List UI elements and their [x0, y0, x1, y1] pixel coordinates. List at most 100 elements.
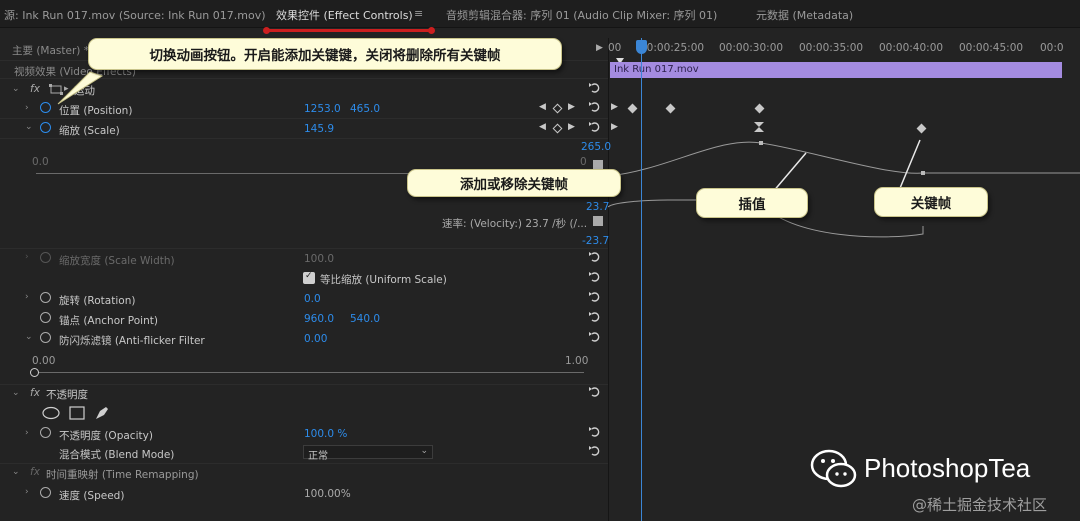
anchor-y-value[interactable]: 540.0 [350, 313, 380, 325]
tab-effect-controls[interactable]: 效果控件 (Effect Controls) [276, 7, 413, 23]
reset-scale-icon[interactable] [588, 121, 602, 133]
opacity-stopwatch-icon[interactable] [40, 427, 51, 438]
watermark-site: @稀土掘金技术社区 [912, 496, 1048, 514]
graph-curves [608, 139, 1080, 238]
anchor-x-value[interactable]: 960.0 [304, 313, 334, 325]
ruler-tick-label: 00:00:35:00 [799, 42, 864, 54]
divider [0, 118, 608, 119]
anti-flicker-value[interactable]: 0.00 [304, 333, 327, 345]
interpolation-pointer [771, 152, 807, 194]
panel-tab-bar: 源: Ink Run 017.mov (Source: Ink Run 017.… [0, 0, 1080, 28]
uniform-scale-label: 等比缩放 (Uniform Scale) [320, 274, 447, 286]
blend-mode-value: 正常 [308, 451, 328, 462]
anti-flicker-slider-track[interactable] [36, 372, 584, 373]
rotation-label: 旋转 (Rotation) [59, 295, 136, 307]
callout-toggle-animation: 切换动画按钮。开启能添加关键键，关闭将删除所有关键帧 [88, 38, 562, 70]
master-clip-label[interactable]: 主要 (Master) * [12, 43, 89, 58]
position-y-value[interactable]: 465.0 [350, 103, 380, 115]
reset-opacity-group-icon[interactable] [588, 386, 602, 398]
velocity-readout: 速率: (Velocity:) 23.7 /秒 (/... [442, 218, 588, 230]
time-remap-fx-badge[interactable]: fx [30, 466, 40, 478]
reset-anti-flicker-icon[interactable] [588, 331, 602, 343]
reset-anchor-point-icon[interactable] [588, 311, 602, 323]
opacity-expand-chevron[interactable]: › [25, 428, 29, 438]
reset-position-icon[interactable] [588, 101, 602, 113]
opacity-collapse-chevron[interactable]: ⌄ [12, 388, 20, 398]
ruler-tick-label: 00 [608, 42, 622, 54]
ellipse-mask-button[interactable] [42, 406, 60, 420]
motion-fx-badge[interactable]: fx [30, 83, 40, 95]
callout-add-remove-keyframe: 添加或移除关键帧 [407, 169, 621, 197]
graph-velocity-top: 23.7 [586, 201, 610, 213]
rectangle-mask-button[interactable] [69, 406, 85, 420]
scale-prev-keyframe-button[interactable]: ◀ [539, 122, 546, 132]
scale-value[interactable]: 145.9 [304, 123, 334, 135]
scale-graph-max: 0 [580, 156, 587, 168]
callout-keyframe: 关键帧 [874, 187, 988, 217]
divider [0, 384, 608, 385]
divider [0, 248, 608, 249]
time-remap-collapse-chevron[interactable]: ⌄ [12, 467, 20, 477]
anchor-point-stopwatch-icon[interactable] [40, 312, 51, 323]
tab-source[interactable]: 源: Ink Run 017.mov (Source: Ink Run 017.… [4, 7, 266, 23]
reset-uniform-scale-icon[interactable] [588, 271, 602, 283]
graph-settings-icon[interactable] [593, 216, 603, 226]
ruler-tick-label: 00:00:25:00 [640, 42, 705, 54]
opacity-group-label: 不透明度 [46, 389, 88, 401]
position-next-keyframe-button[interactable]: ▶ [568, 102, 575, 112]
tab-audio-clip-mixer[interactable]: 音频剪辑混合器: 序列 01 (Audio Clip Mixer: 序列 01) [446, 7, 717, 23]
scale-width-expand-chevron[interactable]: › [25, 252, 29, 262]
scale-width-label: 缩放宽度 (Scale Width) [59, 255, 175, 267]
pen-mask-button[interactable] [95, 406, 109, 420]
callout-interpolation: 插值 [696, 188, 808, 218]
show-timeline-toggle-icon[interactable]: ▶ [596, 43, 603, 53]
playhead-line [641, 38, 642, 521]
rotation-value[interactable]: 0.0 [304, 293, 321, 305]
position-expand-chevron[interactable]: › [25, 103, 29, 113]
rotation-expand-chevron[interactable]: › [25, 292, 29, 302]
scale-toggle-animation-stopwatch-icon[interactable] [40, 122, 51, 133]
anti-flicker-slider-handle[interactable] [30, 368, 39, 377]
speed-expand-chevron[interactable]: › [25, 487, 29, 497]
time-remap-label: 时间重映射 (Time Remapping) [46, 469, 199, 481]
opacity-value[interactable]: 100.0 % [304, 428, 347, 440]
reset-blend-mode-icon[interactable] [588, 445, 602, 457]
anti-flicker-collapse-chevron[interactable]: ⌄ [25, 332, 33, 342]
tab-metadata[interactable]: 元数据 (Metadata) [756, 7, 853, 23]
rotation-stopwatch-icon[interactable] [40, 292, 51, 303]
chevron-down-icon: ⌄ [420, 446, 428, 456]
panel-menu-icon[interactable]: ≡ [414, 7, 423, 20]
divider [0, 138, 608, 139]
speed-value: 100.00% [304, 488, 351, 500]
scale-width-value: 100.0 [304, 253, 335, 265]
reset-scale-width-icon[interactable] [588, 251, 602, 263]
ruler-tick-label: 00:00:30:00 [719, 42, 784, 54]
clip-bar[interactable]: Ink Run 017.mov [610, 62, 1062, 78]
position-prev-keyframe-button[interactable]: ◀ [539, 102, 546, 112]
anchor-point-label: 锚点 (Anchor Point) [59, 315, 158, 327]
scale-next-keyframe-button[interactable]: ▶ [568, 122, 575, 132]
active-tab-highlight [263, 27, 435, 34]
ruler-tick-label: 00:00:40:00 [879, 42, 944, 54]
scale-collapse-chevron[interactable]: ⌄ [25, 122, 33, 132]
value-curve-point [921, 171, 925, 175]
watermark-brand: PhotoshopTea [864, 453, 1031, 483]
position-x-value[interactable]: 1253.0 [304, 103, 341, 115]
scale-width-stopwatch-icon[interactable] [40, 252, 51, 263]
reset-rotation-icon[interactable] [588, 291, 602, 303]
blend-mode-label: 混合模式 (Blend Mode) [59, 449, 175, 461]
ruler-tick-label: 00:00:45:00 [959, 42, 1024, 54]
anti-flicker-stopwatch-icon[interactable] [40, 332, 51, 343]
position-track-arrow-icon: ▶ [611, 102, 618, 112]
speed-stopwatch-icon[interactable] [40, 487, 51, 498]
blend-mode-select[interactable]: 正常 ⌄ [303, 445, 433, 462]
reset-opacity-icon[interactable] [588, 426, 602, 438]
value-curve-point [759, 141, 763, 145]
graph-top-value: 265.0 [581, 141, 612, 153]
anti-flicker-label: 防闪烁滤镜 (Anti-flicker Filter [59, 335, 205, 347]
motion-collapse-chevron[interactable]: ⌄ [12, 84, 20, 94]
reset-motion-icon[interactable] [588, 82, 602, 94]
anti-flicker-slider-max: 1.00 [565, 355, 589, 367]
opacity-fx-badge[interactable]: fx [30, 387, 40, 399]
callout-pointer [57, 71, 104, 105]
